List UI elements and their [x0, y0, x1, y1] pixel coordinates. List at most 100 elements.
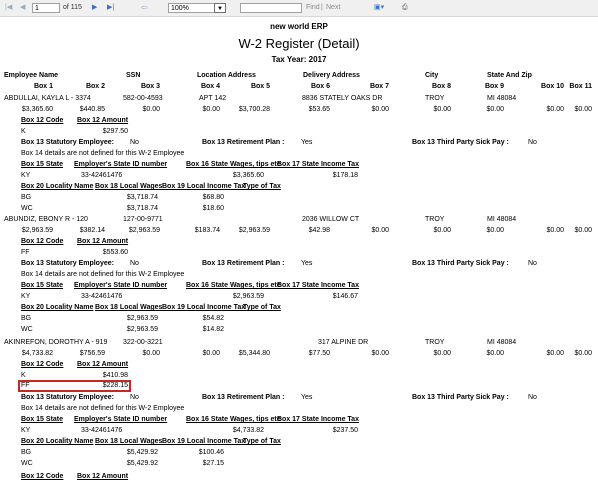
report-title: W-2 Register (Detail) [238, 36, 360, 51]
page-number-input[interactable]: 1 [32, 3, 60, 13]
box16-label: Box 16 State Wages, tips etc [186, 161, 281, 168]
box16-label: Box 16 State Wages, tips etc [186, 416, 281, 423]
box13-retirement-value: Yes [301, 260, 313, 267]
box-9-value: $0.00 [486, 350, 504, 357]
box13-retirement-value: Yes [301, 139, 313, 146]
locality-wages: $3,718.74 [126, 205, 158, 212]
box12-amount-label: Box 12 Amount [77, 473, 129, 480]
find-separator: | [321, 4, 323, 11]
box-3-value: $2,963.59 [128, 227, 160, 234]
box20-label: Box 20 Locality Name [21, 304, 94, 311]
prev-page-icon[interactable]: ◀ [20, 3, 25, 13]
box13-sick-pay-label: Box 13 Third Party Sick Pay : [412, 260, 509, 267]
box20-label: Box 20 Locality Name [21, 183, 94, 190]
box17-label: Box 17 State Income Tax [277, 282, 359, 289]
back-icon[interactable]: ⇦ [141, 3, 148, 13]
box-6-value: $77.50 [308, 350, 330, 357]
box-2-value: $440.85 [79, 106, 105, 113]
box16-label: Box 16 State Wages, tips etc [186, 282, 281, 289]
chevron-down-icon[interactable]: ▼ [214, 3, 226, 13]
header-ssn: SSN [126, 72, 141, 79]
box15-state-label: Box 15 State [21, 416, 64, 423]
box13-statutory-value: No [130, 394, 139, 401]
locality-tax: $14.82 [202, 326, 224, 333]
header-box-2: Box 2 [85, 83, 105, 90]
header-location-address: Location Address [197, 72, 256, 79]
locality-tax: $68.80 [202, 194, 224, 201]
employee-name: ABUNDIZ, EBONY R - 120 [4, 216, 88, 223]
box15-state-label: Box 15 State [21, 282, 64, 289]
first-page-icon[interactable]: |◀ [5, 3, 12, 13]
box12-amount: $553.60 [102, 249, 128, 256]
employer-state-id-label: Employer's State ID number [74, 161, 168, 168]
box-5-value: $5,344.80 [238, 350, 270, 357]
box17-label: Box 17 State Income Tax [277, 416, 359, 423]
find-link[interactable]: Find [306, 3, 320, 13]
locality-tax: $54.82 [202, 315, 224, 322]
box19-label: Box 19 Local Income Tax [162, 183, 246, 190]
report-toolbar: |◀ ◀ 1 of 115 ▶ ▶| ⇦ 100% ▼ Find | Next … [0, 0, 598, 17]
employee-state-zip: MI 48084 [487, 216, 517, 223]
box15-state-label: Box 15 State [21, 161, 64, 168]
box16-value: $3,365.60 [232, 172, 264, 179]
box12-code-label: Box 12 Code [21, 117, 64, 124]
employee-name: ABDULLAI, KAYLA L - 3374 [4, 95, 91, 102]
employee-delivery: 2036 WILLOW CT [302, 216, 360, 223]
box13-sick-pay-value: No [528, 260, 537, 267]
box-6-value: $53.65 [308, 106, 330, 113]
box12-amount: $297.50 [102, 128, 128, 135]
box17-label: Box 17 State Income Tax [277, 161, 359, 168]
header-state-zip: State And Zip [487, 72, 532, 79]
employee-name: AKINREFON, DOROTHY A - 919 [4, 339, 108, 346]
header-employee-name: Employee Name [4, 72, 59, 79]
employer-state-id: 33-42461476 [81, 172, 123, 179]
box18-label: Box 18 Local Wages [95, 183, 163, 190]
last-page-icon[interactable]: ▶| [107, 3, 114, 13]
box12-amount: $410.98 [102, 372, 128, 379]
employee-location: APT 142 [199, 95, 227, 102]
box12-code-label: Box 12 Code [21, 238, 64, 245]
export-icon[interactable]: ▣▾ [374, 3, 384, 13]
box-3-value: $0.00 [142, 350, 160, 357]
box13-sick-pay-label: Box 13 Third Party Sick Pay : [412, 139, 509, 146]
box13-retirement-label: Box 13 Retirement Plan : [202, 260, 285, 267]
header-box-1: Box 1 [33, 83, 53, 90]
employee-city: TROY [425, 216, 445, 223]
box13-retirement-label: Box 13 Retirement Plan : [202, 139, 285, 146]
box-11-value: $0.00 [574, 106, 592, 113]
box12-code-label: Box 12 Code [21, 361, 64, 368]
box-11-value: $0.00 [574, 350, 592, 357]
box-3-value: $0.00 [142, 106, 160, 113]
employee-ssn: 582-00-4593 [123, 95, 163, 102]
next-link[interactable]: Next [326, 3, 340, 13]
box15-state: KY [21, 293, 31, 300]
find-input[interactable] [240, 3, 302, 13]
box19-label: Box 19 Local Income Tax [162, 438, 246, 445]
box15-state: KY [21, 427, 31, 434]
employer-state-id: 33-42461476 [81, 427, 123, 434]
box13-statutory-label: Box 13 Statutory Employee: [21, 139, 114, 146]
box12-amount-label: Box 12 Amount [77, 117, 129, 124]
next-page-icon[interactable]: ▶ [92, 3, 97, 13]
header-box-9: Box 9 [484, 83, 504, 90]
box13-statutory-label: Box 13 Statutory Employee: [21, 260, 114, 267]
box19-label: Box 19 Local Income Tax [162, 304, 246, 311]
box-7-value: $0.00 [371, 106, 389, 113]
box-6-value: $42.98 [308, 227, 330, 234]
box18-label: Box 18 Local Wages [95, 304, 163, 311]
box-7-value: $0.00 [371, 227, 389, 234]
tax-year: Tax Year: 2017 [271, 55, 327, 64]
box14-note: Box 14 details are not defined for this … [21, 271, 185, 278]
box20-label: Box 20 Locality Name [21, 438, 94, 445]
company-name: new world ERP [270, 22, 328, 31]
header-city: City [425, 72, 439, 79]
box13-statutory-value: No [130, 260, 139, 267]
print-icon[interactable]: ⎙ [402, 3, 408, 13]
type-of-tax-label: Type of Tax [243, 304, 281, 311]
box13-sick-pay-value: No [528, 394, 537, 401]
header-box-4: Box 4 [200, 83, 220, 90]
header-box-3: Box 3 [140, 83, 160, 90]
box-2-value: $382.14 [79, 227, 105, 234]
employer-state-id-label: Employer's State ID number [74, 416, 168, 423]
box12-code: K [21, 372, 26, 379]
